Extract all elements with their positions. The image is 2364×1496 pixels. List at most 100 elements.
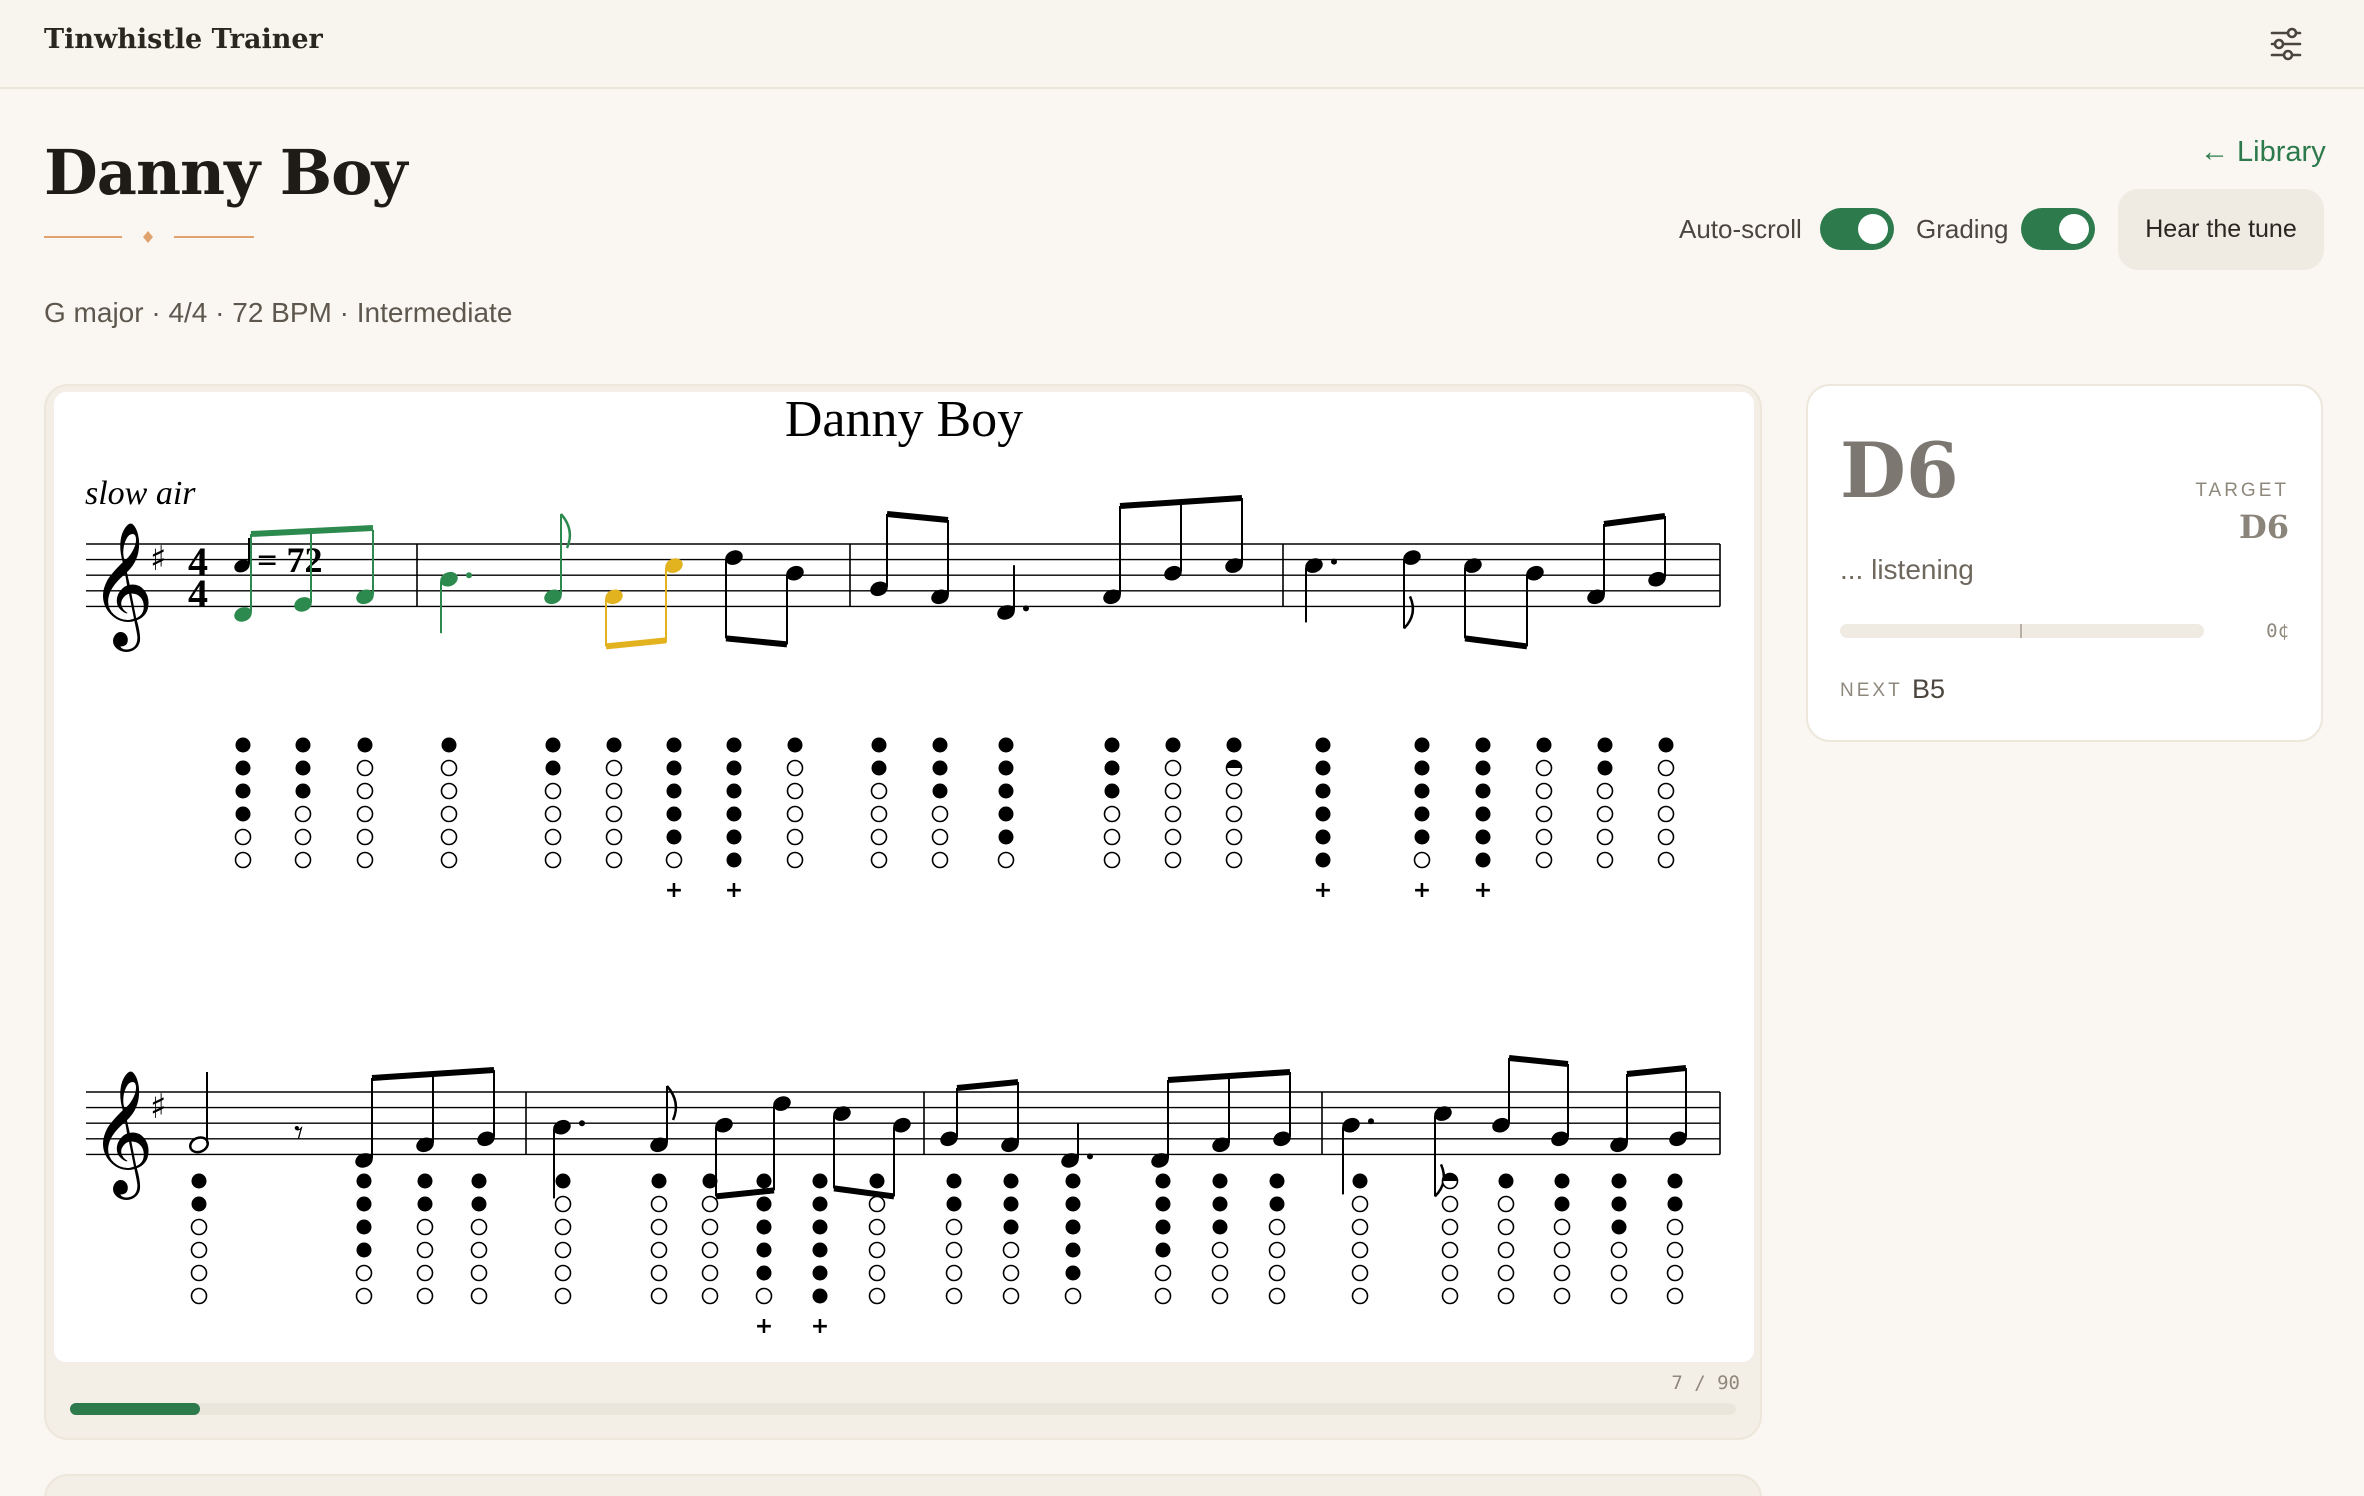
- hole-open: [1535, 805, 1553, 823]
- hole-open: [945, 1241, 963, 1259]
- hole-closed: [606, 737, 622, 753]
- hole-open: [1268, 1241, 1286, 1259]
- hole-closed: [1155, 1196, 1171, 1212]
- hole-open: [1154, 1287, 1172, 1305]
- hole-closed: [871, 760, 887, 776]
- song-title: Danny Boy: [44, 136, 407, 209]
- hole-closed: [756, 1173, 772, 1189]
- hole-closed: [545, 737, 561, 753]
- title-ornament: [44, 231, 254, 243]
- hole-closed: [1269, 1196, 1285, 1212]
- hole-open: [1535, 851, 1553, 869]
- lower-panel: [44, 1474, 1762, 1496]
- hole-closed: [998, 737, 1014, 753]
- hole-open: [1441, 1287, 1459, 1305]
- hole-open: [554, 1195, 572, 1213]
- hole-closed: [1597, 737, 1613, 753]
- next-label: NEXT: [1840, 680, 1903, 701]
- hole-closed: [812, 1173, 828, 1189]
- target-note: D6: [2238, 508, 2289, 546]
- hole-open: [1351, 1241, 1369, 1259]
- hole-open: [544, 828, 562, 846]
- hole-closed: [295, 737, 311, 753]
- hole-closed: [1414, 783, 1430, 799]
- hole-closed: [1155, 1173, 1171, 1189]
- hole-closed: [471, 1173, 487, 1189]
- hole-closed: [1003, 1196, 1019, 1212]
- hole-closed: [1658, 737, 1674, 753]
- hole-open: [1497, 1195, 1515, 1213]
- staff-system-1: 𝄞♯ 44+ + + + +: [86, 495, 1721, 903]
- hole-open: [945, 1218, 963, 1236]
- beam: [1119, 495, 1243, 509]
- beam: [1603, 513, 1666, 527]
- hole-open: [701, 1264, 719, 1282]
- note-flag: [560, 513, 572, 549]
- hole-open: [1657, 851, 1675, 869]
- hole-closed: [812, 1219, 828, 1235]
- hole-open: [650, 1287, 668, 1305]
- hole-closed: [1065, 1242, 1081, 1258]
- hear-tune-button[interactable]: Hear the tune: [2118, 189, 2324, 270]
- hole-open: [1596, 782, 1614, 800]
- hole-open: [1666, 1287, 1684, 1305]
- hole-closed: [1315, 737, 1331, 753]
- time-sig-bottom: 4: [188, 571, 208, 616]
- hole-open: [1211, 1287, 1229, 1305]
- hole-closed: [1414, 760, 1430, 776]
- hole-closed: [191, 1173, 207, 1189]
- hole-open: [1211, 1241, 1229, 1259]
- hole-closed: [666, 760, 682, 776]
- hole-closed: [1212, 1173, 1228, 1189]
- hole-closed: [1065, 1173, 1081, 1189]
- hole-closed: [932, 783, 948, 799]
- hole-closed: [702, 1173, 718, 1189]
- tempo-text: slow air: [85, 475, 196, 512]
- hole-closed: [356, 1173, 372, 1189]
- hole-open: [701, 1241, 719, 1259]
- hole-open: [1225, 782, 1243, 800]
- hole-open: [1103, 805, 1121, 823]
- hole-open: [356, 782, 374, 800]
- hole-open: [416, 1287, 434, 1305]
- hole-open: [1268, 1264, 1286, 1282]
- hole-open: [870, 782, 888, 800]
- hole-open: [1002, 1241, 1020, 1259]
- hole-open: [786, 759, 804, 777]
- hole-closed: [726, 737, 742, 753]
- hole-closed: [295, 783, 311, 799]
- progress-bar: [70, 1403, 1736, 1415]
- hole-open: [356, 759, 374, 777]
- hole-closed: [357, 737, 373, 753]
- hole-open: [544, 782, 562, 800]
- autoscroll-toggle[interactable]: [1820, 208, 1894, 250]
- autoscroll-label: Auto-scroll: [1679, 214, 1802, 244]
- sheet-music[interactable]: Danny Boy slow air = 72 𝄞 ♯ 4 4 + + + + + 𝄞 ♯ 𝄾 + +: [54, 392, 1754, 1362]
- hole-open: [1666, 1264, 1684, 1282]
- hole-closed: [1269, 1173, 1285, 1189]
- staff-system-2: 𝄞♯ 𝄾 + +: [86, 1055, 1721, 1339]
- hole-open: [1351, 1218, 1369, 1236]
- hole-open: [1211, 1264, 1229, 1282]
- hole-closed: [1611, 1196, 1627, 1212]
- hole-closed: [726, 806, 742, 822]
- hole-open: [701, 1287, 719, 1305]
- hole-open: [931, 805, 949, 823]
- library-link[interactable]: ← Library: [2200, 136, 2326, 169]
- hole-closed: [441, 737, 457, 753]
- hole-open: [294, 828, 312, 846]
- hole-closed: [1065, 1196, 1081, 1212]
- hole-open: [416, 1264, 434, 1282]
- hole-open: [440, 828, 458, 846]
- settings-button[interactable]: [2264, 22, 2308, 66]
- hole-open: [544, 805, 562, 823]
- grading-toggle[interactable]: [2021, 208, 2095, 250]
- hole-closed: [932, 737, 948, 753]
- hole-open: [356, 828, 374, 846]
- beam: [250, 525, 374, 537]
- hole-open: [868, 1241, 886, 1259]
- hole-closed: [869, 1173, 885, 1189]
- hole-open: [190, 1218, 208, 1236]
- hole-closed: [932, 760, 948, 776]
- octave-plus: +: [811, 1314, 829, 1339]
